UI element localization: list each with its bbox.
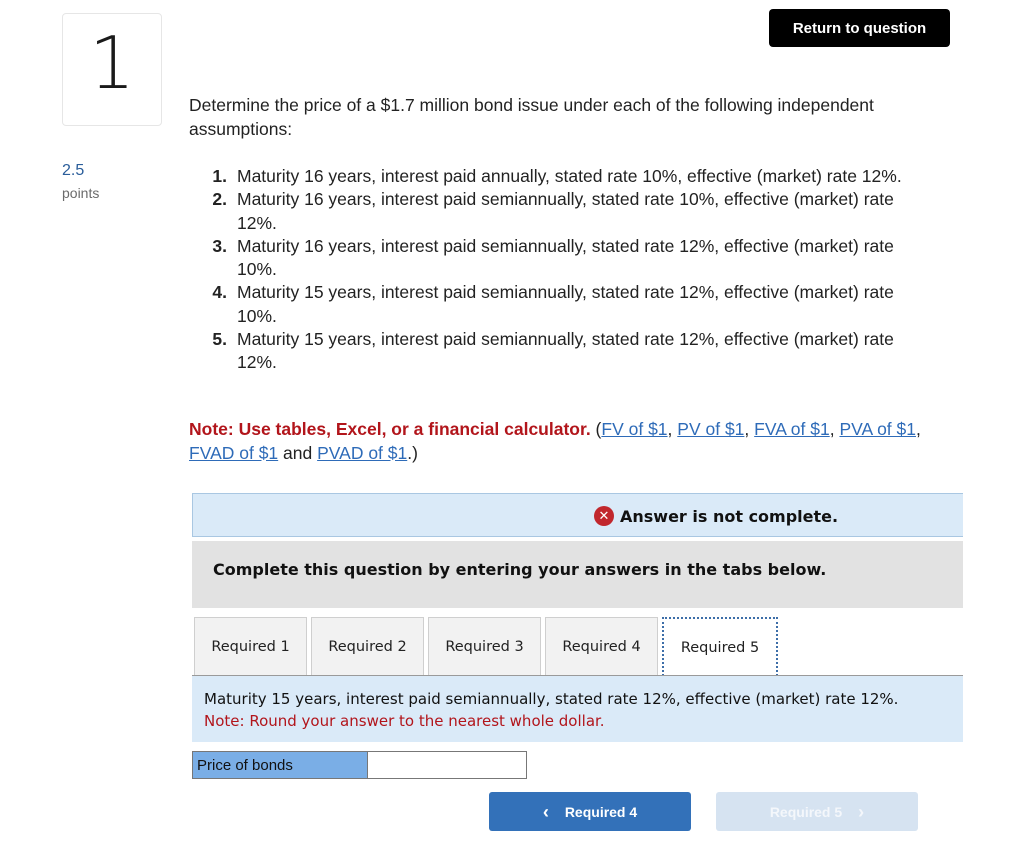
punct: , xyxy=(744,419,755,439)
status-text: Answer is not complete. xyxy=(620,506,839,526)
item-number: 1. xyxy=(212,166,227,186)
next-button-label: Required 5 xyxy=(769,803,843,820)
item-text: Maturity 16 years, interest paid annuall… xyxy=(237,166,902,186)
item-text: Maturity 15 years, interest paid semiann… xyxy=(237,282,894,326)
pvad-of-1-link[interactable]: PVAD of $1 xyxy=(317,443,407,463)
next-required-5-button: Required 5 › xyxy=(716,792,918,831)
requirement-panel: Maturity 15 years, interest paid semiann… xyxy=(192,676,963,742)
item-number: 5. xyxy=(212,329,227,350)
item-text: Maturity 15 years, interest paid semiann… xyxy=(237,329,894,373)
item-text: Maturity 16 years, interest paid semiann… xyxy=(237,189,894,233)
points-label: points xyxy=(62,185,100,201)
requirement-description: Maturity 15 years, interest paid semiann… xyxy=(204,690,899,708)
instruction-text: Complete this question by entering your … xyxy=(213,560,827,579)
list-item: 2. Maturity 16 years, interest paid semia… xyxy=(205,188,925,235)
punct: ( xyxy=(590,419,602,439)
punct: , xyxy=(916,419,921,439)
list-item: 5. Maturity 15 years, interest paid semia… xyxy=(205,328,925,375)
question-intro: Determine the price of a $1.7 million bo… xyxy=(189,95,874,139)
item-number: 2. xyxy=(212,189,227,210)
note-bold-text: Note: Use tables, Excel, or a financial … xyxy=(189,419,591,439)
tab-required-5[interactable]: Required 5 xyxy=(662,617,778,676)
list-item: 3. Maturity 16 years, interest paid semia… xyxy=(205,235,925,282)
rounding-note: Note: Round your answer to the nearest w… xyxy=(204,712,605,730)
chevron-right-icon: › xyxy=(858,801,865,822)
tab-required-1[interactable]: Required 1 xyxy=(194,617,307,675)
required-tabs: Required 1 Required 2 Required 3 Require… xyxy=(194,617,782,676)
punct: and xyxy=(278,442,318,463)
pv-of-1-link[interactable]: PV of $1 xyxy=(677,419,744,439)
question-number-box: 1 xyxy=(62,13,162,126)
punct: , xyxy=(829,419,840,439)
list-item: 1. Maturity 16 years, interest paid annua… xyxy=(205,165,925,188)
calculator-note: Note: Use tables, Excel, or a financial … xyxy=(189,418,949,465)
answer-row: Price of bonds xyxy=(192,751,527,779)
assumptions-list: 1. Maturity 16 years, interest paid annua… xyxy=(205,165,925,375)
price-of-bonds-input[interactable] xyxy=(367,751,527,779)
fvad-of-1-link[interactable]: FVAD of $1 xyxy=(189,443,278,463)
chevron-left-icon: ‹ xyxy=(542,801,549,822)
pva-of-1-link[interactable]: PVA of $1 xyxy=(839,419,916,439)
punct: , xyxy=(667,419,678,439)
return-to-question-button[interactable]: Return to question xyxy=(769,9,950,47)
item-number: 4. xyxy=(212,282,227,303)
punct: .) xyxy=(407,442,418,463)
price-of-bonds-label: Price of bonds xyxy=(192,751,367,779)
question-number: 1 xyxy=(89,20,135,105)
answer-status-bar: ✕ Answer is not complete. xyxy=(192,493,963,537)
prev-required-4-button[interactable]: ‹ Required 4 xyxy=(489,792,691,831)
x-circle-icon: ✕ xyxy=(594,506,614,526)
tab-required-2[interactable]: Required 2 xyxy=(311,617,424,675)
points-value: 2.5 xyxy=(62,162,85,179)
tab-required-3[interactable]: Required 3 xyxy=(428,617,541,675)
list-item: 4. Maturity 15 years, interest paid semia… xyxy=(205,281,925,328)
item-number: 3. xyxy=(212,235,227,256)
tab-required-4[interactable]: Required 4 xyxy=(545,617,658,675)
item-text: Maturity 16 years, interest paid semiann… xyxy=(237,235,894,280)
prev-button-label: Required 4 xyxy=(564,803,638,820)
fv-of-1-link[interactable]: FV of $1 xyxy=(601,419,667,439)
instruction-box: Complete this question by entering your … xyxy=(192,541,963,608)
fva-of-1-link[interactable]: FVA of $1 xyxy=(754,419,830,439)
